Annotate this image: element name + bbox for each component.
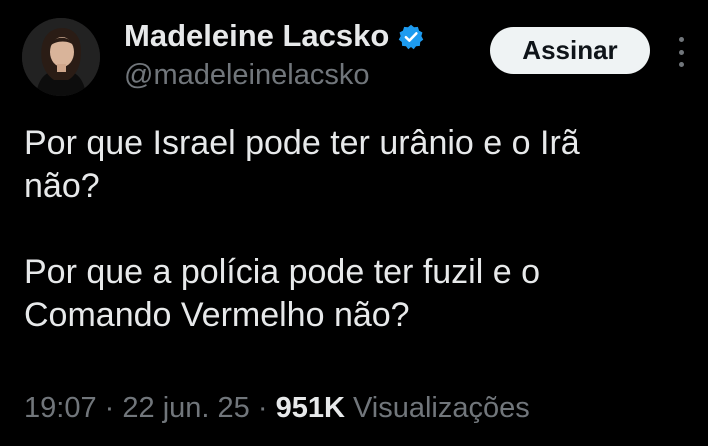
tweet-card: Madeleine Lacsko @madeleinelacsko Assina… [0, 0, 708, 446]
tweet-text-line: Por que Israel pode ter urânio e o Irã [24, 124, 580, 162]
tweet-date[interactable]: 22 jun. 25 [122, 392, 249, 424]
verified-badge-icon[interactable] [397, 23, 425, 51]
meta-separator: · [104, 392, 115, 424]
tweet-time[interactable]: 19:07 [24, 392, 97, 424]
tweet-text: Por que Israel pode ter urânio e o Irã n… [24, 122, 694, 337]
author-handle[interactable]: @madeleinelacsko [124, 58, 369, 92]
avatar[interactable] [22, 18, 100, 96]
more-vertical-icon[interactable] [673, 37, 689, 67]
tweet-text-line: Comando Vermelho não? [24, 296, 410, 334]
more-dot [678, 37, 684, 42]
views-count[interactable]: 951K [276, 392, 345, 424]
tweet-text-line: Por que a polícia pode ter fuzil e o [24, 253, 540, 291]
avatar-image [22, 18, 100, 96]
more-dot [678, 62, 684, 67]
more-dot [678, 49, 684, 55]
views-label[interactable]: Visualizações [353, 392, 530, 424]
author-display-name[interactable]: Madeleine Lacsko [124, 18, 389, 54]
meta-separator: · [257, 392, 268, 424]
tweet-meta: 19:07 · 22 jun. 25 · 951K Visualizações [24, 388, 530, 428]
tweet-text-line: não? [24, 167, 100, 205]
author-name-row: Madeleine Lacsko [124, 18, 425, 54]
subscribe-button[interactable]: Assinar [490, 27, 650, 74]
